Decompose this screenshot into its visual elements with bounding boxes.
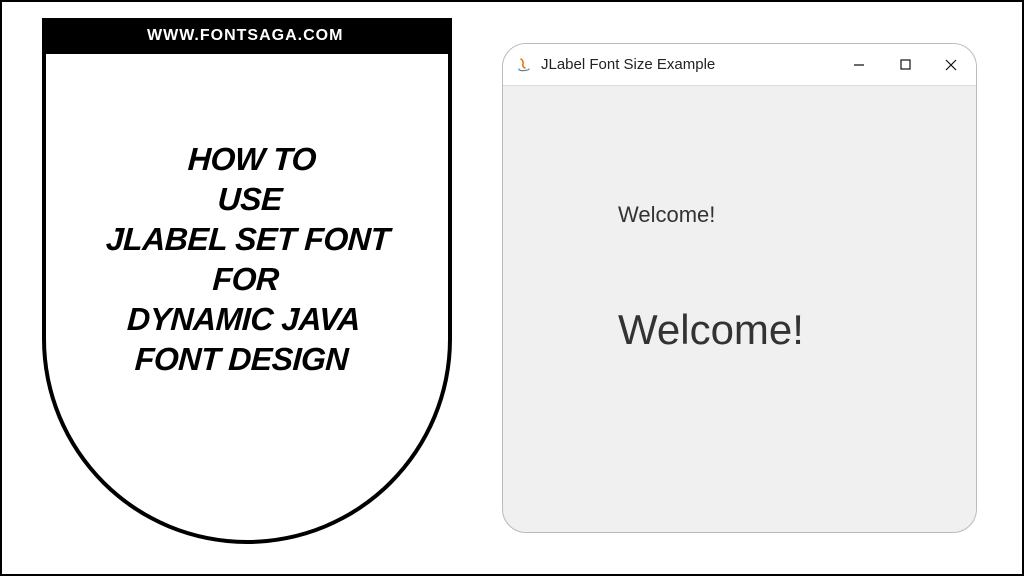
window-body: Welcome! Welcome!: [503, 86, 976, 532]
close-button[interactable]: [942, 56, 960, 74]
window-titlebar: JLabel Font Size Example: [503, 44, 976, 86]
minimize-button[interactable]: [850, 56, 868, 74]
jlabel-large: Welcome!: [618, 306, 804, 354]
article-heading: HOW TOUSEJLABEL SET FONTFORDYNAMIC JAVAF…: [99, 139, 395, 379]
right-panel: JLabel Font Size Example Welcome! Welcom…: [482, 2, 1022, 574]
url-bar: WWW.FONTSAGA.COM: [42, 18, 452, 54]
document-container: WWW.FONTSAGA.COM HOW TOUSEJLABEL SET FON…: [2, 2, 1022, 574]
jlabel-small: Welcome!: [618, 202, 715, 228]
java-window: JLabel Font Size Example Welcome! Welcom…: [502, 43, 977, 533]
left-panel: WWW.FONTSAGA.COM HOW TOUSEJLABEL SET FON…: [2, 2, 482, 574]
maximize-button[interactable]: [896, 56, 914, 74]
window-title: JLabel Font Size Example: [541, 56, 850, 73]
title-shield: HOW TOUSEJLABEL SET FONTFORDYNAMIC JAVAF…: [42, 54, 452, 544]
java-icon: [515, 56, 533, 74]
window-controls: [850, 56, 960, 74]
